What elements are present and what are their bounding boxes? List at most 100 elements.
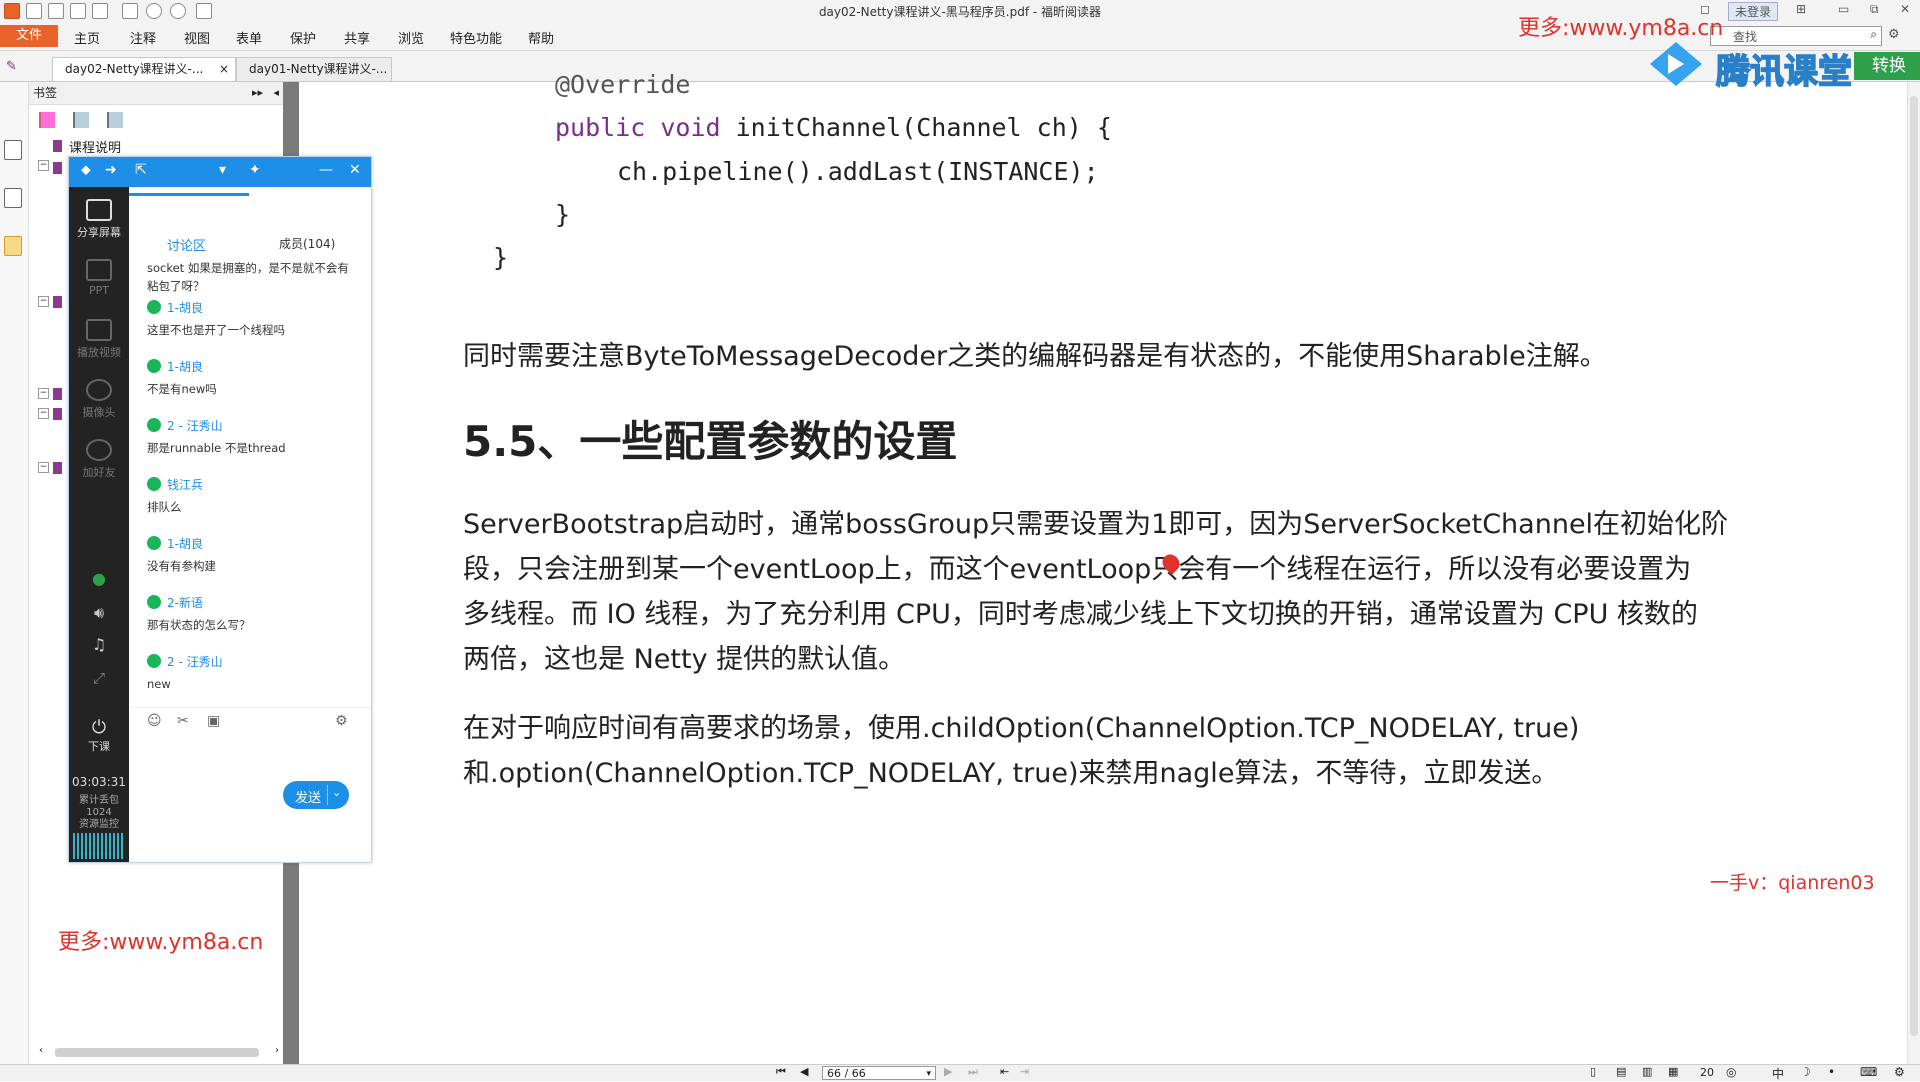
tree-expand-icon[interactable]: −: [38, 462, 49, 473]
pin-icon[interactable]: ✦: [249, 162, 261, 178]
divider: [327, 785, 328, 805]
scroll-right-icon[interactable]: ›: [275, 1045, 279, 1056]
ime-dot-icon[interactable]: •: [1828, 1065, 1835, 1079]
menu-form[interactable]: 表单: [236, 28, 262, 47]
scrollbar-thumb[interactable]: [55, 1048, 259, 1057]
convert-button[interactable]: 转换: [1854, 52, 1920, 80]
menu-file[interactable]: 文件: [0, 25, 58, 47]
dropdown-icon[interactable]: ▾: [219, 162, 226, 178]
paragraph-line: 和.option(ChannelOption.TCP_NODELAY, true…: [463, 758, 1559, 789]
bookmark-course-intro[interactable]: 课程说明: [69, 137, 121, 156]
bookmarks-header: 书签 ▸▸ ◂: [29, 82, 283, 105]
tree-expand-icon[interactable]: −: [38, 388, 49, 399]
expand-panel-icon[interactable]: ▸▸: [252, 82, 263, 104]
share-out-icon[interactable]: ⇱: [135, 162, 147, 178]
layers-icon[interactable]: [4, 188, 22, 208]
last-page-icon[interactable]: ⏭: [968, 1065, 978, 1079]
continuous-facing-icon[interactable]: ▦: [1668, 1065, 1678, 1078]
watermark-left: 更多:www.ym8a.cn: [58, 930, 264, 955]
bookmark-delete-icon[interactable]: [73, 112, 89, 128]
emoji-icon[interactable]: ☺: [147, 713, 162, 729]
chat-input[interactable]: [139, 739, 363, 783]
scrollbar-thumb[interactable]: [1910, 96, 1918, 1036]
end-class-label: 下课: [88, 740, 110, 753]
comments-icon[interactable]: [4, 236, 22, 256]
go-forward-icon[interactable]: ⇥: [1020, 1065, 1029, 1078]
pages-icon[interactable]: [4, 140, 22, 160]
menu-view[interactable]: 视图: [184, 28, 210, 47]
share-screen-button[interactable]: 分享屏幕: [69, 199, 129, 240]
user-avatar-icon: [147, 654, 161, 668]
minimize-chat-icon[interactable]: —: [319, 162, 333, 178]
chat-settings-icon[interactable]: ⚙: [335, 713, 348, 729]
grid-icon[interactable]: ⊞: [1796, 2, 1806, 16]
image-icon[interactable]: ▣: [207, 713, 220, 729]
tab-discussion[interactable]: 讨论区: [167, 235, 206, 254]
music-icon[interactable]: ♫: [69, 635, 129, 654]
tab-day01[interactable]: day01-Netty课程讲义-...: [236, 57, 392, 81]
single-page-icon[interactable]: ▯: [1590, 1065, 1596, 1078]
next-page-icon[interactable]: ▶: [944, 1065, 952, 1078]
cloud-icon[interactable]: ⬥: [81, 162, 91, 178]
send-options-icon[interactable]: ⌄: [332, 786, 341, 799]
fullscreen-icon[interactable]: ⤢: [69, 669, 129, 687]
ppt-button[interactable]: PPT: [69, 259, 129, 297]
go-back-icon[interactable]: ⇤: [1000, 1065, 1009, 1078]
pin-arrow-icon[interactable]: ➜: [105, 162, 117, 178]
camera-label: 摄像头: [82, 406, 116, 419]
tab-members[interactable]: 成员(104): [279, 235, 335, 252]
camera-icon: [86, 379, 112, 401]
scroll-left-icon[interactable]: ‹: [39, 1045, 43, 1056]
send-button[interactable]: 发送 ⌄: [283, 781, 349, 809]
maximize-icon[interactable]: ⧉: [1870, 2, 1879, 17]
ime-punctuation-icon[interactable]: ☽: [1800, 1065, 1811, 1079]
document-vertical-scrollbar[interactable]: [1907, 82, 1920, 1064]
tab-day02[interactable]: day02-Netty课程讲义-... ×: [52, 57, 236, 81]
previous-page-icon[interactable]: ◀: [800, 1065, 808, 1078]
end-class-button[interactable]: ⏻ 下课: [69, 717, 129, 754]
packet-loss-stat: 累计丢包 1024 资源监控: [69, 795, 129, 831]
close-chat-icon[interactable]: ✕: [349, 162, 361, 178]
add-friend-icon: [86, 439, 112, 461]
share-screen-icon: [86, 199, 112, 221]
add-friend-button[interactable]: 加好友: [69, 439, 129, 480]
speaker-icon[interactable]: 🔊︎: [69, 603, 129, 623]
close-tab-icon[interactable]: ×: [219, 58, 229, 80]
login-button[interactable]: 未登录: [1728, 2, 1779, 21]
play-video-button[interactable]: 播放视频: [69, 319, 129, 360]
ime-chinese-icon[interactable]: 中: [1772, 1065, 1784, 1082]
page-number-field[interactable]: 66 / 66 ▾: [822, 1066, 936, 1080]
collapse-panel-icon[interactable]: ◂: [273, 82, 279, 104]
tree-expand-icon[interactable]: −: [38, 408, 49, 419]
menu-special-features[interactable]: 特色功能: [450, 28, 502, 47]
sender-name: 2 - 汪秀山: [167, 655, 223, 669]
continuous-page-icon[interactable]: ▤: [1616, 1065, 1626, 1078]
bookmark-add-icon[interactable]: [39, 112, 55, 128]
tree-expand-icon[interactable]: −: [38, 160, 49, 171]
bookmarks-horizontal-scrollbar[interactable]: ‹ ›: [39, 1044, 279, 1060]
first-page-icon[interactable]: ⏮: [776, 1065, 786, 1079]
minimize-icon[interactable]: ▭: [1838, 2, 1849, 16]
chat-message-text: new: [147, 677, 171, 691]
menu-annotate[interactable]: 注释: [130, 28, 156, 47]
bookmark-properties-icon[interactable]: [107, 112, 123, 128]
menu-browse[interactable]: 浏览: [398, 28, 424, 47]
active-tab-indicator: [129, 193, 249, 196]
scissors-icon[interactable]: ✂: [177, 713, 189, 729]
menu-home[interactable]: 主页: [74, 28, 100, 47]
play-video-label: 播放视频: [77, 346, 121, 359]
page-dropdown-icon[interactable]: ▾: [926, 1067, 931, 1081]
facing-page-icon[interactable]: ▥: [1642, 1065, 1652, 1078]
camera-button[interactable]: 摄像头: [69, 379, 129, 420]
keyboard-icon[interactable]: ⌨: [1860, 1065, 1877, 1079]
tree-expand-icon[interactable]: −: [38, 296, 49, 307]
menu-protect[interactable]: 保护: [290, 28, 316, 47]
menu-help[interactable]: 帮助: [528, 28, 554, 47]
microphone-icon[interactable]: ●: [69, 569, 129, 588]
chat-message-text: 没有有参构建: [147, 559, 216, 573]
tray-settings-icon[interactable]: ⚙: [1894, 1065, 1905, 1079]
class-timer: 03:03:31: [72, 775, 126, 789]
close-window-icon[interactable]: ✕: [1900, 2, 1910, 16]
menu-share[interactable]: 共享: [344, 28, 370, 47]
zoom-level[interactable]: 20: [1700, 1066, 1714, 1079]
